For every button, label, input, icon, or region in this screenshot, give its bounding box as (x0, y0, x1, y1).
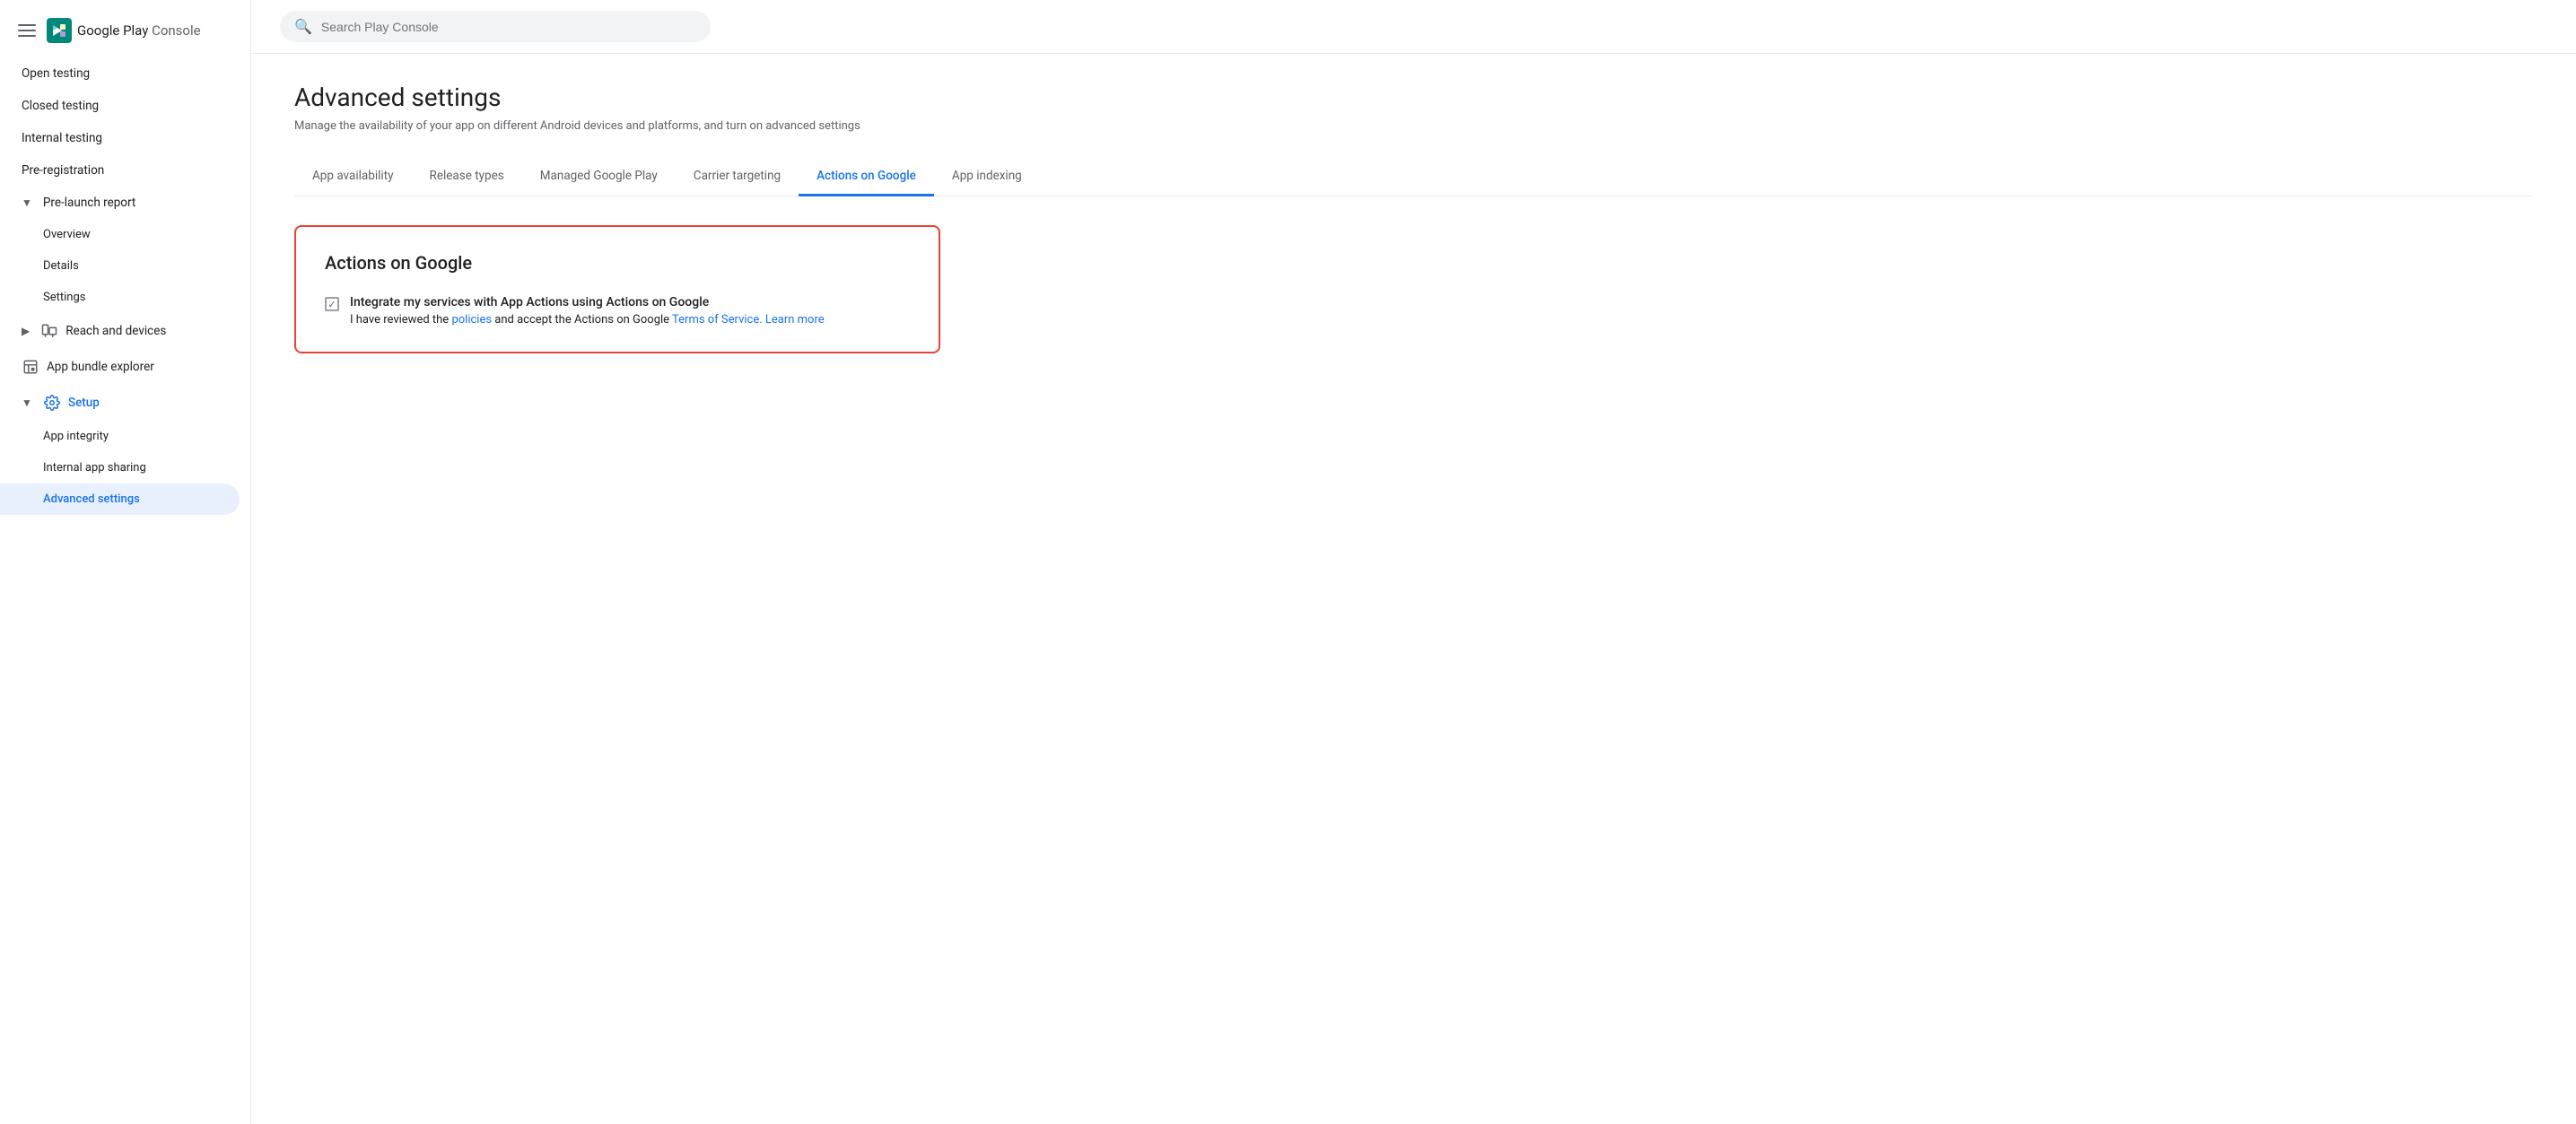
advanced-settings-label: Advanced settings (43, 492, 140, 506)
details-label: Details (43, 259, 79, 273)
sidebar-item-pre-registration[interactable]: Pre-registration (0, 154, 240, 187)
sidebar-item-reach-and-devices[interactable]: ▶ Reach and devices (0, 313, 240, 349)
page-title: Advanced settings (294, 83, 2533, 112)
app-integrity-label: App integrity (43, 430, 109, 443)
search-input[interactable] (321, 20, 696, 34)
sidebar-nav: Open testing Closed testing Internal tes… (0, 54, 250, 1117)
chevron-down-icon-setup: ▼ (22, 396, 32, 409)
sidebar-item-settings[interactable]: Settings (0, 282, 240, 313)
checkbox-label: Integrate my services with App Actions u… (350, 295, 825, 309)
page-content: Advanced settings Manage the availabilit… (251, 54, 2576, 1124)
search-icon: 🔍 (294, 18, 312, 35)
tab-app-indexing[interactable]: App indexing (934, 158, 1040, 196)
pre-registration-label: Pre-registration (22, 163, 104, 178)
sidebar-item-details[interactable]: Details (0, 250, 240, 282)
tos-link[interactable]: Terms of Service. (672, 313, 763, 327)
page-subtitle: Manage the availability of your app on d… (294, 119, 2533, 133)
actions-on-google-card: Actions on Google ✓ Integrate my service… (294, 225, 940, 353)
sidebar-item-open-testing[interactable]: Open testing (0, 57, 240, 90)
app-name: Google Play Console (77, 22, 201, 39)
checkbox-desc: I have reviewed the policies and accept … (350, 313, 825, 327)
internal-app-sharing-label: Internal app sharing (43, 461, 146, 475)
open-testing-label: Open testing (22, 66, 90, 81)
topbar: 🔍 (251, 0, 2576, 54)
logo: Google Play Console (47, 18, 201, 43)
tab-carrier-targeting[interactable]: Carrier targeting (676, 158, 799, 196)
internal-testing-label: Internal testing (22, 131, 102, 145)
closed-testing-label: Closed testing (22, 99, 99, 113)
search-box[interactable]: 🔍 (280, 11, 711, 42)
sidebar-item-internal-app-sharing[interactable]: Internal app sharing (0, 452, 240, 484)
sidebar-item-app-bundle-explorer[interactable]: App bundle explorer (0, 349, 240, 385)
tab-release-types[interactable]: Release types (412, 158, 522, 196)
checkbox-row: ✓ Integrate my services with App Actions… (325, 295, 910, 327)
settings-label: Settings (43, 291, 85, 304)
overview-label: Overview (43, 228, 91, 241)
desc-middle: and accept the Actions on Google (492, 313, 672, 327)
sidebar-item-advanced-settings[interactable]: Advanced settings (0, 484, 240, 515)
sidebar-item-app-integrity[interactable]: App integrity (0, 421, 240, 452)
app-bundle-label: App bundle explorer (47, 360, 154, 374)
reach-devices-label: Reach and devices (65, 324, 166, 338)
learn-more-link[interactable]: Learn more (763, 313, 825, 327)
integrate-checkbox[interactable]: ✓ (325, 297, 339, 311)
chevron-down-icon: ▼ (22, 196, 32, 209)
sidebar-item-closed-testing[interactable]: Closed testing (0, 90, 240, 122)
main-content: 🔍 Advanced settings Manage the availabil… (251, 0, 2576, 1124)
setup-label: Setup (68, 396, 100, 410)
checkmark-icon: ✓ (327, 300, 336, 309)
reach-devices-icon (40, 322, 58, 340)
tab-managed-google-play[interactable]: Managed Google Play (522, 158, 676, 196)
policies-link[interactable]: policies (451, 313, 492, 327)
pre-launch-report-label: Pre-launch report (43, 196, 135, 210)
checkbox-wrap: ✓ (325, 297, 339, 311)
card-title: Actions on Google (325, 252, 910, 274)
chevron-right-icon: ▶ (22, 325, 30, 337)
tabs-bar: App availability Release types Managed G… (294, 158, 2533, 196)
sidebar: Google Play Console Open testing Closed … (0, 0, 251, 1124)
play-console-logo-icon (47, 18, 72, 43)
sidebar-item-overview[interactable]: Overview (0, 219, 240, 250)
sidebar-item-setup[interactable]: ▼ Setup (0, 385, 240, 421)
bundle-explorer-icon (22, 358, 39, 376)
sidebar-item-pre-launch-report[interactable]: ▼ Pre-launch report (0, 187, 240, 219)
sidebar-item-internal-testing[interactable]: Internal testing (0, 122, 240, 154)
desc-prefix: I have reviewed the (350, 313, 451, 327)
tab-actions-on-google[interactable]: Actions on Google (799, 158, 934, 196)
checkbox-content: Integrate my services with App Actions u… (350, 295, 825, 327)
setup-icon (43, 394, 61, 412)
sidebar-header: Google Play Console (0, 7, 250, 54)
tab-app-availability[interactable]: App availability (294, 158, 412, 196)
hamburger-menu[interactable] (14, 21, 39, 40)
